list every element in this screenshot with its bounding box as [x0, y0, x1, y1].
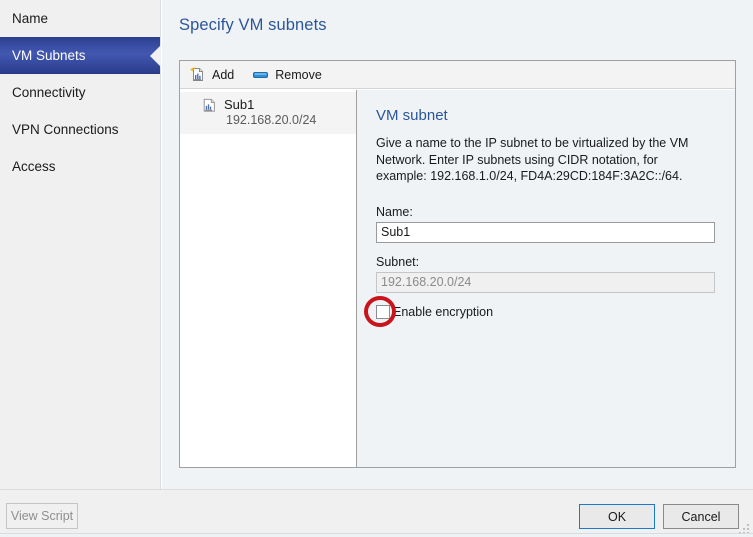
content-area: Specify VM subnets Add Remove Sub1 192.1…	[162, 0, 753, 489]
view-script-button[interactable]: View Script	[6, 503, 78, 529]
window-bottom-edge	[0, 533, 753, 537]
sidebar-item-label: VPN Connections	[12, 122, 119, 137]
wizard-sidebar: Name VM Subnets Connectivity VPN Connect…	[0, 0, 161, 489]
subnets-list[interactable]: Sub1 192.168.20.0/24	[180, 90, 357, 467]
list-item[interactable]: Sub1 192.168.20.0/24	[180, 92, 356, 134]
list-item-subnet: 192.168.20.0/24	[226, 113, 317, 127]
add-subnet-button[interactable]: Add	[187, 63, 240, 87]
enable-encryption-row[interactable]: Enable encryption	[364, 295, 576, 327]
sidebar-item-name[interactable]: Name	[0, 0, 160, 37]
sidebar-item-access[interactable]: Access	[0, 148, 160, 185]
subnets-panel: Add Remove Sub1 192.168.20.0/24 VM subne…	[179, 60, 736, 468]
sidebar-item-connectivity[interactable]: Connectivity	[0, 74, 160, 111]
sidebar-item-vpn-connections[interactable]: VPN Connections	[0, 111, 160, 148]
subnet-icon	[202, 98, 217, 118]
remove-subnet-icon	[252, 66, 269, 83]
cancel-button[interactable]: Cancel	[663, 504, 739, 529]
enable-encryption-label: Enable encryption	[393, 304, 494, 319]
sidebar-item-label: Access	[12, 159, 56, 174]
detail-description: Give a name to the IP subnet to be virtu…	[376, 136, 689, 183]
add-subnet-icon	[189, 66, 206, 83]
subnets-toolbar: Add Remove	[180, 61, 735, 89]
ok-button[interactable]: OK	[579, 504, 655, 529]
remove-subnet-button[interactable]: Remove	[250, 63, 328, 87]
enable-encryption-checkbox[interactable]	[376, 304, 390, 319]
selection-chevron-icon	[150, 44, 161, 67]
remove-subnet-label: Remove	[275, 67, 322, 82]
panel-body: Sub1 192.168.20.0/24 VM subnet Give a na…	[180, 90, 735, 467]
name-input[interactable]	[376, 221, 715, 243]
subnet-input	[376, 271, 715, 293]
detail-title: VM subnet	[376, 107, 448, 124]
add-subnet-label: Add	[212, 67, 235, 82]
sidebar-item-vm-subnets[interactable]: VM Subnets	[0, 37, 161, 74]
subnet-detail-pane: VM subnet Give a name to the IP subnet t…	[357, 90, 735, 467]
sidebar-item-label: VM Subnets	[12, 48, 86, 63]
sidebar-item-label: Connectivity	[12, 85, 86, 100]
sidebar-item-label: Name	[12, 11, 49, 26]
list-item-name: Sub1	[224, 97, 255, 112]
name-field-label: Name:	[376, 204, 413, 219]
page-title: Specify VM subnets	[179, 16, 327, 34]
subnet-field-label: Subnet:	[376, 254, 420, 269]
vm-network-properties-dialog: Name VM Subnets Connectivity VPN Connect…	[0, 0, 753, 537]
